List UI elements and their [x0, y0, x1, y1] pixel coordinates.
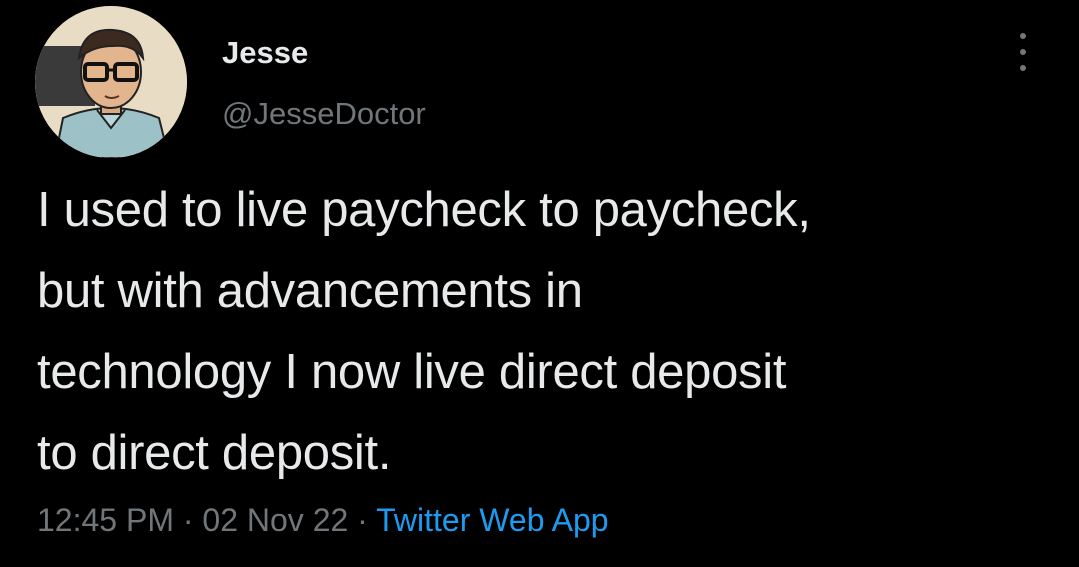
tweet-metadata: 12:45 PM · 02 Nov 22 · Twitter Web App — [37, 500, 609, 540]
user-handle[interactable]: @JesseDoctor — [222, 95, 426, 133]
tweet-text-line: to direct deposit. — [37, 426, 392, 480]
avatar[interactable] — [35, 6, 187, 158]
meta-separator: · — [357, 502, 368, 538]
more-options-button[interactable] — [1008, 30, 1038, 74]
display-name[interactable]: Jesse — [222, 34, 308, 72]
more-vertical-icon — [1020, 49, 1026, 55]
tweet-date[interactable]: 02 Nov 22 — [202, 502, 348, 538]
avatar-illustration — [35, 6, 187, 158]
more-vertical-icon — [1020, 65, 1026, 71]
tweet: Jesse @JesseDoctor I used to live payche… — [0, 0, 1079, 567]
more-vertical-icon — [1020, 33, 1026, 39]
tweet-text: I used to live paycheck to paycheck, but… — [37, 170, 1047, 494]
tweet-source-link[interactable]: Twitter Web App — [376, 502, 608, 538]
tweet-text-line: I used to live paycheck to paycheck, — [37, 183, 811, 237]
tweet-time[interactable]: 12:45 PM — [37, 502, 174, 538]
tweet-text-line: but with advancements in — [37, 264, 583, 318]
meta-separator: · — [182, 502, 194, 538]
tweet-text-line: technology I now live direct deposit — [37, 345, 787, 399]
